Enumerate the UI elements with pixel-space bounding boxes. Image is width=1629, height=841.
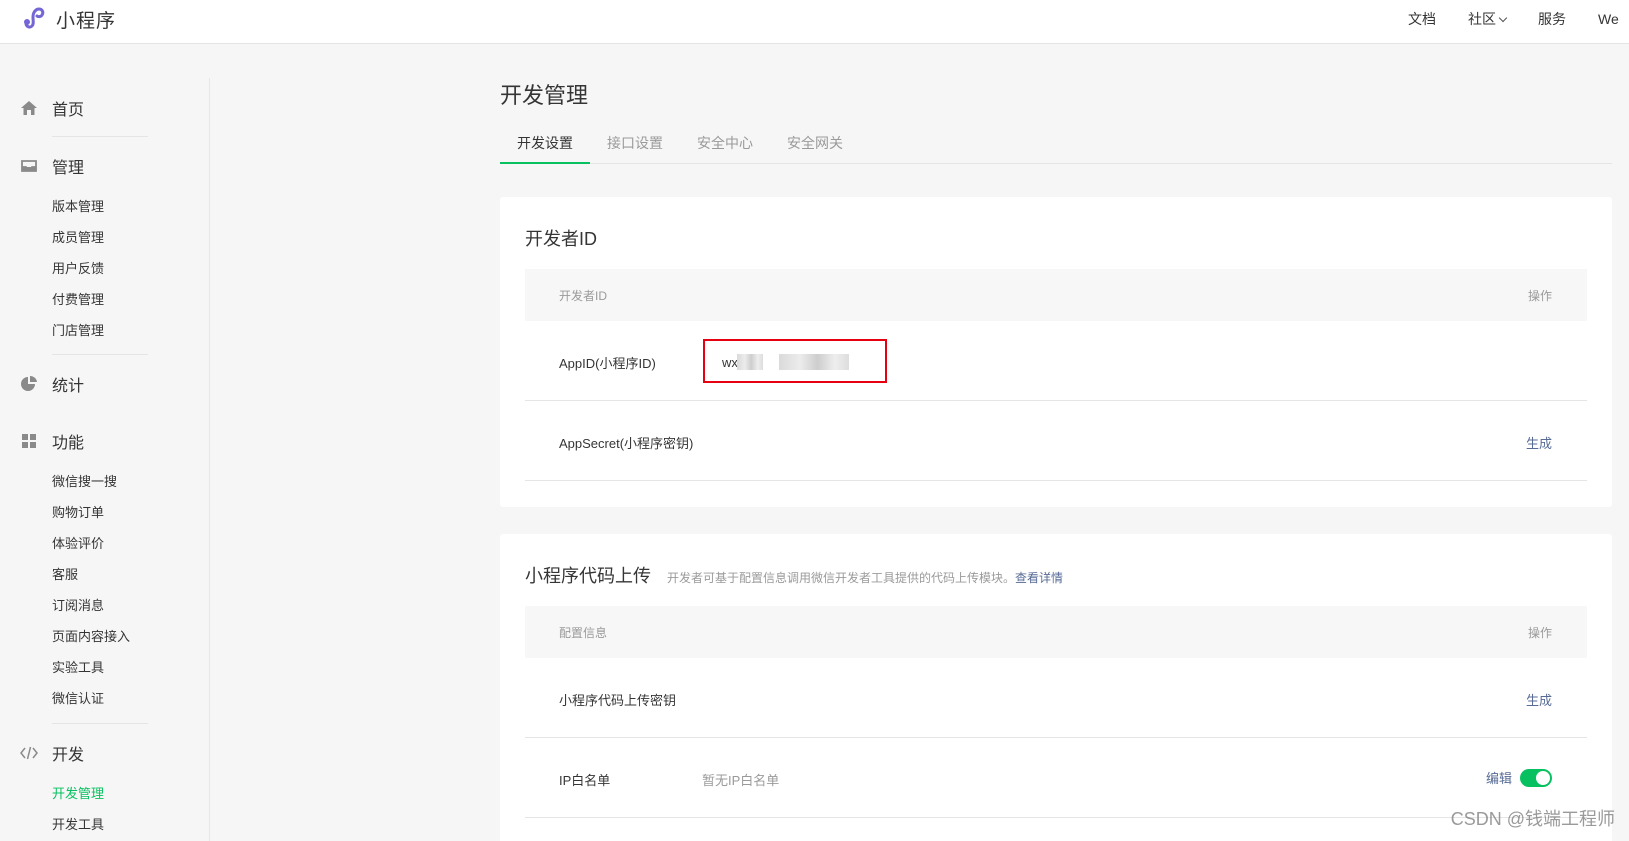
upload-key-label: 小程序代码上传密钥 — [559, 693, 677, 708]
table-row-upload-key: 小程序代码上传密钥 生成 — [525, 658, 1587, 738]
grid-icon — [20, 432, 38, 450]
blurred-appid-segment — [779, 354, 849, 370]
home-icon — [20, 99, 38, 117]
chevron-down-icon — [1498, 13, 1508, 22]
pie-chart-icon — [20, 375, 38, 393]
nav-community-label: 社区 — [1468, 11, 1496, 27]
ip-whitelist-toggle[interactable] — [1520, 768, 1552, 787]
miniprogram-logo-icon — [20, 3, 48, 36]
table-row-ip-whitelist: IP白名单 暂无IP白名单 编辑 — [525, 738, 1587, 818]
brand-name: 小程序 — [56, 11, 117, 32]
divider — [52, 723, 148, 724]
nav-docs-label: 文档 — [1408, 11, 1436, 27]
header-col-action: 操作 — [1527, 289, 1552, 303]
card-description-text: 开发者可基于配置信息调用微信开发者工具提供的代码上传模块。 — [667, 571, 1016, 585]
sidebar-subitem-customer-service[interactable]: 客服 — [0, 559, 209, 590]
sidebar-item-features[interactable]: 功能 — [0, 426, 84, 456]
view-details-link[interactable]: 查看详情 — [1015, 571, 1063, 585]
sidebar-subitem-payment[interactable]: 付费管理 — [0, 284, 209, 315]
sidebar-subitem-experiment[interactable]: 实验工具 — [0, 652, 209, 683]
table-header: 配置信息 操作 — [525, 606, 1587, 658]
watermark: CSDN @钱端工程师 — [1450, 809, 1615, 829]
header-col-action: 操作 — [1527, 626, 1552, 640]
sidebar-subitem-certification[interactable]: 微信认证 — [0, 683, 209, 714]
code-icon — [20, 744, 38, 762]
tab-security-center[interactable]: 安全中心 — [680, 130, 770, 164]
sidebar-item-label: 统计 — [52, 378, 85, 395]
sidebar-subitem-version[interactable]: 版本管理 — [0, 191, 209, 222]
generate-secret-link[interactable]: 生成 — [1526, 433, 1552, 452]
toggle-knob — [1536, 770, 1550, 785]
sidebar: 首页 管理 版本管理 成员管理 用户反馈 付费管理 门店管理 统计 功能 微信搜… — [0, 78, 210, 841]
appid-value[interactable]: wx — [722, 355, 738, 370]
sidebar-subitem-dev-manage[interactable]: 开发管理 — [0, 778, 209, 809]
tab-api-settings[interactable]: 接口设置 — [590, 130, 680, 164]
nav-service[interactable]: 服务 — [1538, 9, 1566, 29]
sidebar-subitem-page-content[interactable]: 页面内容接入 — [0, 621, 209, 652]
nav-we[interactable]: We — [1598, 9, 1619, 29]
tab-bar: 开发设置 接口设置 安全中心 安全网关 — [500, 130, 1612, 164]
brand[interactable]: 小程序 — [20, 3, 116, 36]
table-header: 开发者ID 操作 — [525, 269, 1587, 321]
sidebar-subitem-members[interactable]: 成员管理 — [0, 222, 209, 253]
table-row-appsecret: AppSecret(小程序密钥) 生成 — [525, 401, 1587, 481]
sidebar-item-develop[interactable]: 开发 — [0, 738, 84, 768]
card-description: 开发者可基于配置信息调用微信开发者工具提供的代码上传模块。查看详情 — [667, 569, 1063, 586]
ip-whitelist-label: IP白名单 — [559, 773, 611, 788]
divider — [52, 354, 148, 355]
code-upload-card: 小程序代码上传 开发者可基于配置信息调用微信开发者工具提供的代码上传模块。查看详… — [500, 534, 1612, 841]
sidebar-item-label: 功能 — [52, 435, 85, 452]
card-title: 开发者ID — [525, 229, 597, 249]
sidebar-subitem-search[interactable]: 微信搜一搜 — [0, 466, 209, 497]
sidebar-subitem-feedback[interactable]: 用户反馈 — [0, 253, 209, 284]
nav-community[interactable]: 社区 — [1468, 9, 1508, 29]
sidebar-subitem-store[interactable]: 门店管理 — [0, 315, 209, 346]
sidebar-item-label: 管理 — [52, 160, 85, 177]
appid-label: AppID(小程序ID) — [559, 356, 656, 371]
sidebar-item-label: 首页 — [52, 102, 85, 119]
top-bar: 小程序 文档 社区 服务 We — [0, 0, 1629, 44]
inbox-icon — [20, 157, 38, 175]
page-title: 开发管理 — [500, 83, 589, 108]
card-title-text: 小程序代码上传 — [525, 566, 651, 586]
ip-whitelist-actions: 编辑 — [1486, 768, 1552, 787]
header-col-config: 配置信息 — [559, 626, 608, 640]
sidebar-item-stats[interactable]: 统计 — [0, 369, 84, 399]
sidebar-item-label: 开发 — [52, 747, 85, 764]
blurred-appid-segment — [737, 354, 763, 370]
generate-upload-key-link[interactable]: 生成 — [1526, 690, 1552, 709]
developer-id-card: 开发者ID 开发者ID 操作 AppID(小程序ID) wx AppSecret… — [500, 197, 1612, 507]
tab-security-gateway[interactable]: 安全网关 — [770, 130, 860, 164]
sidebar-subitem-orders[interactable]: 购物订单 — [0, 497, 209, 528]
sidebar-item-manage[interactable]: 管理 — [0, 151, 84, 181]
nav-docs[interactable]: 文档 — [1408, 9, 1436, 29]
sidebar-subitem-reviews[interactable]: 体验评价 — [0, 528, 209, 559]
appsecret-label: AppSecret(小程序密钥) — [559, 436, 694, 451]
ip-whitelist-value: 暂无IP白名单 — [702, 773, 780, 788]
header-col-id: 开发者ID — [559, 289, 608, 303]
tab-dev-settings[interactable]: 开发设置 — [500, 130, 590, 164]
table-row-appid: AppID(小程序ID) wx — [525, 321, 1587, 401]
sidebar-item-home[interactable]: 首页 — [0, 93, 84, 123]
appid-highlight-box: wx — [703, 339, 887, 383]
edit-ip-whitelist-link[interactable]: 编辑 — [1486, 768, 1512, 787]
card-title: 小程序代码上传 开发者可基于配置信息调用微信开发者工具提供的代码上传模块。查看详… — [525, 562, 1063, 588]
divider — [52, 136, 148, 137]
nav-we-label: We — [1598, 11, 1619, 27]
top-nav: 文档 社区 服务 We — [1408, 9, 1629, 29]
sidebar-subitem-subscribe-msg[interactable]: 订阅消息 — [0, 590, 209, 621]
nav-service-label: 服务 — [1538, 11, 1566, 27]
sidebar-subitem-dev-tools[interactable]: 开发工具 — [0, 809, 209, 840]
